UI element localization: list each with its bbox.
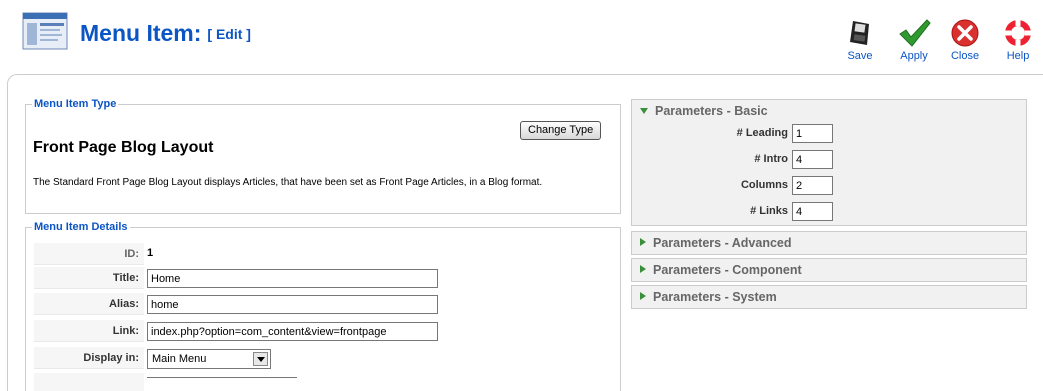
menu-item-type-heading: Front Page Blog Layout (33, 139, 214, 156)
param-row-intro: # Intro (632, 149, 1028, 171)
id-value: 1 (147, 247, 154, 259)
param-label-links: # Links (750, 205, 788, 217)
save-button[interactable]: Save (835, 18, 885, 64)
parameters-component-header[interactable]: Parameters - Component (632, 259, 1026, 281)
checkmark-icon (897, 18, 931, 48)
collapsed-arrow-icon (640, 238, 646, 246)
save-label: Save (847, 50, 873, 62)
menu-item-details-fieldset: Menu Item Details ID: 1 Title: Alias: Li… (25, 221, 621, 391)
menu-item-type-legend: Menu Item Type (32, 98, 119, 111)
lifebuoy-icon (1001, 18, 1035, 48)
param-label-intro: # Intro (754, 153, 788, 165)
apply-label: Apply (900, 50, 928, 62)
link-label: Link: (34, 320, 144, 342)
help-button[interactable]: Help (993, 18, 1043, 64)
menu-item-type-fieldset: Menu Item Type Change Type Front Page Bl… (25, 98, 621, 214)
parameters-advanced-title: Parameters - Advanced (653, 236, 792, 250)
parameters-system-panel[interactable]: Parameters - System (631, 285, 1027, 309)
details-row-partial (34, 373, 144, 391)
title-input[interactable] (147, 269, 438, 288)
change-type-button[interactable]: Change Type (520, 121, 602, 140)
param-row-links: # Links (632, 201, 1028, 223)
chevron-down-icon[interactable] (253, 352, 268, 366)
menu-item-details-legend: Menu Item Details (32, 221, 130, 234)
param-input-leading[interactable] (792, 124, 833, 143)
close-button[interactable]: Close (940, 18, 990, 64)
expanded-arrow-icon (640, 108, 648, 114)
partial-input[interactable] (147, 377, 297, 391)
parameters-basic-panel: Parameters - Basic # Leading # Intro Col… (631, 99, 1027, 226)
alias-input[interactable] (147, 295, 438, 314)
parameters-advanced-panel[interactable]: Parameters - Advanced (631, 231, 1027, 255)
title-label: Title: (34, 267, 144, 289)
close-label: Close (950, 50, 980, 62)
param-input-columns[interactable] (792, 176, 833, 195)
parameters-component-panel[interactable]: Parameters - Component (631, 258, 1027, 282)
param-label-columns: Columns (740, 179, 788, 191)
param-row-columns: Columns (632, 175, 1028, 197)
floppy-disk-icon (843, 18, 877, 48)
parameters-basic-header[interactable]: Parameters - Basic (632, 100, 1026, 122)
param-row-leading: # Leading (632, 123, 1028, 145)
page-title-mode: [ Edit ] (207, 26, 251, 42)
toolbar-header: Menu Item: [ Edit ] Save Apply Close Help (0, 0, 1043, 68)
display-in-value: Main Menu (152, 353, 207, 365)
close-circle-icon (948, 18, 982, 48)
parameters-component-title: Parameters - Component (653, 263, 802, 277)
param-label-leading: # Leading (736, 127, 788, 139)
collapsed-arrow-icon (640, 292, 646, 300)
help-label: Help (1006, 50, 1030, 62)
page-title: Menu Item: [ Edit ] (80, 20, 251, 47)
param-input-intro[interactable] (792, 150, 833, 169)
parameters-advanced-header[interactable]: Parameters - Advanced (632, 232, 1026, 254)
parameters-basic-title: Parameters - Basic (655, 104, 768, 118)
menu-manager-icon (22, 12, 68, 50)
display-in-label: Display in: (34, 347, 144, 369)
link-input[interactable] (147, 322, 438, 341)
parameters-system-header[interactable]: Parameters - System (632, 286, 1026, 308)
param-input-links[interactable] (792, 202, 833, 221)
parameters-system-title: Parameters - System (653, 290, 777, 304)
apply-button[interactable]: Apply (889, 18, 939, 64)
menu-item-type-description: The Standard Front Page Blog Layout disp… (33, 177, 543, 188)
page-title-text: Menu Item: (80, 20, 202, 46)
display-in-select[interactable]: Main Menu (147, 349, 271, 369)
collapsed-arrow-icon (640, 265, 646, 273)
id-label: ID: (34, 243, 144, 265)
alias-label: Alias: (34, 293, 144, 315)
